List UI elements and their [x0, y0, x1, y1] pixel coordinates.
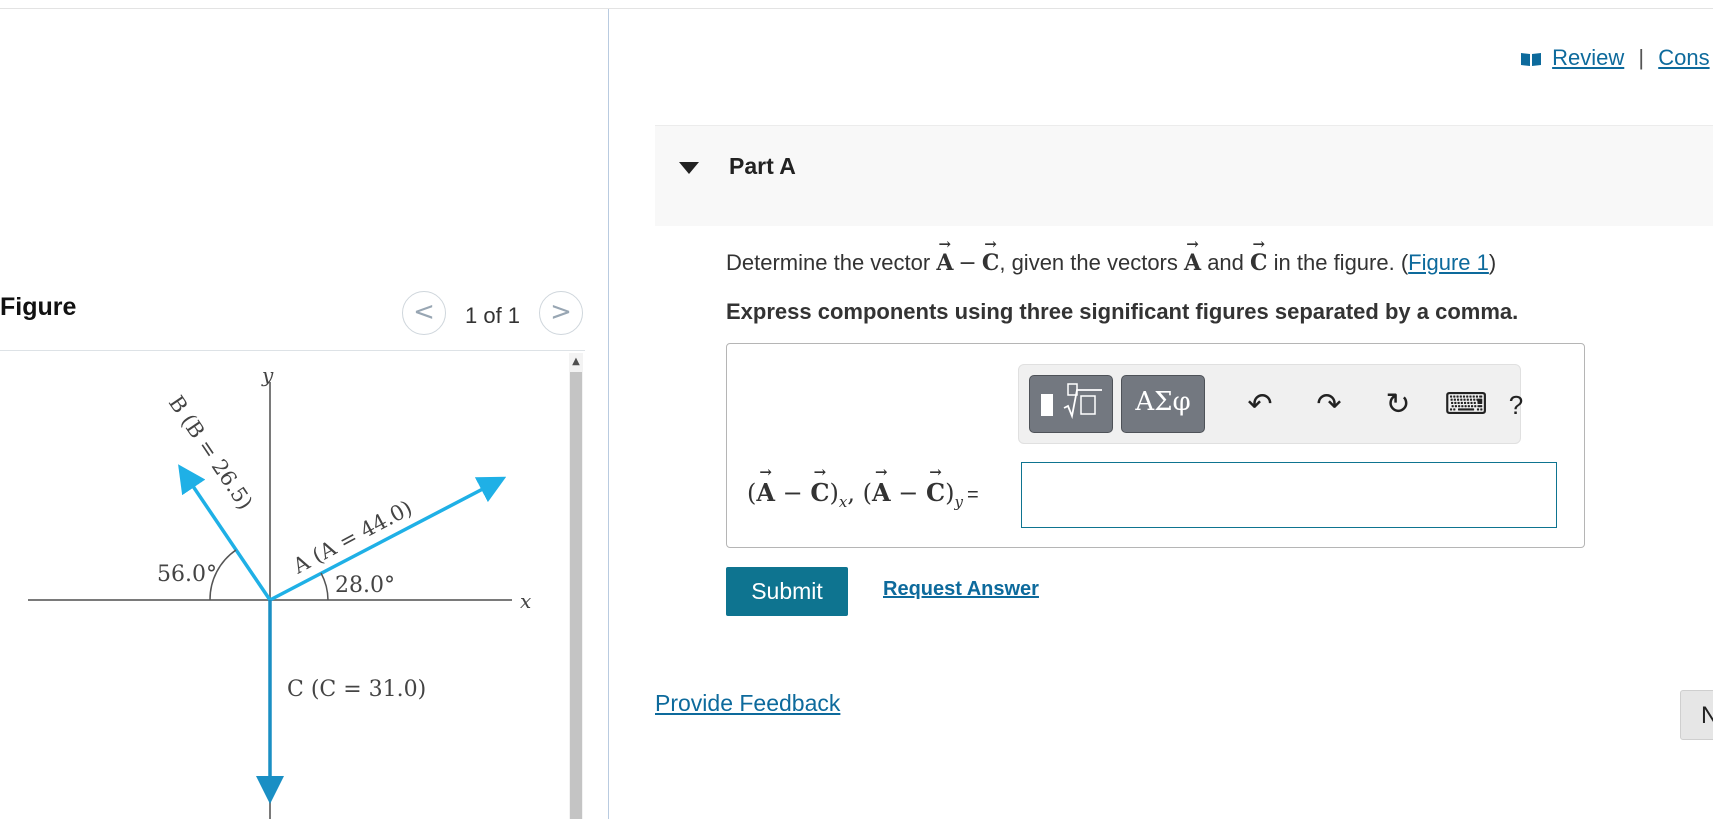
vector-diagram: y x 28.0° 56.0° A (A = 44.0) B (B = 26.5…: [28, 363, 531, 819]
figure-title: Figure: [0, 293, 77, 321]
vector-c-symbol: C: [982, 250, 1000, 276]
redo-icon[interactable]: ↷: [1309, 383, 1349, 427]
templates-icon: [1041, 383, 1102, 420]
math-toolbar: ΑΣφ ↶ ↷ ↻ ⌨ ?: [1018, 364, 1523, 444]
angle-b-label: 56.0°: [157, 562, 217, 587]
answer-label: (A − C)x, (A − C)y=: [747, 478, 979, 511]
templates-button[interactable]: [1029, 375, 1113, 433]
part-title: Part A: [729, 153, 796, 179]
keyboard-icon[interactable]: ⌨: [1441, 383, 1491, 427]
figure-1-link[interactable]: Figure 1: [1408, 250, 1489, 275]
provide-feedback-link[interactable]: Provide Feedback: [655, 690, 840, 717]
previous-figure-button[interactable]: <: [402, 291, 446, 335]
answer-instruction: Express components using three significa…: [726, 299, 1519, 324]
next-figure-button[interactable]: >: [539, 291, 583, 335]
reset-icon[interactable]: ↻: [1378, 383, 1418, 427]
resource-links: Review | Cons: [1520, 45, 1710, 73]
figure-scrollbar-thumb[interactable]: [570, 372, 582, 819]
y-axis-label: y: [261, 363, 274, 387]
angle-a-label: 28.0°: [335, 573, 395, 598]
next-button[interactable]: N: [1680, 690, 1713, 740]
link-separator: |: [1638, 45, 1645, 70]
figure-page-counter: 1 of 1: [465, 303, 521, 328]
review-link[interactable]: Review: [1552, 45, 1624, 70]
submit-button[interactable]: Submit: [726, 567, 848, 616]
angle-a-arc: [320, 572, 329, 601]
top-rule: [0, 8, 1713, 9]
request-answer-link[interactable]: Request Answer: [883, 578, 1039, 601]
question-text: Determine the vector A−C, given the vect…: [726, 250, 1496, 276]
vector-c-label: C (C = 31.0): [287, 677, 426, 702]
panel-divider: [608, 9, 609, 819]
vector-a-label: A (A = 44.0): [288, 496, 416, 579]
help-button[interactable]: ?: [1496, 383, 1536, 427]
constants-link[interactable]: Cons: [1658, 45, 1709, 70]
symbols-button[interactable]: ΑΣφ: [1121, 375, 1205, 433]
figure-rule: [0, 350, 585, 351]
vector-b-label: B (B = 26.5): [164, 391, 258, 514]
answer-input[interactable]: [1021, 462, 1557, 528]
collapse-caret-icon[interactable]: [679, 162, 699, 174]
x-axis-label: x: [520, 589, 531, 613]
vector-a-symbol: A: [936, 250, 953, 276]
scroll-up-icon[interactable]: ▲: [569, 353, 583, 371]
part-a-header[interactable]: Part A: [655, 125, 1713, 226]
book-icon: [1520, 47, 1542, 73]
undo-icon[interactable]: ↶: [1240, 383, 1280, 427]
